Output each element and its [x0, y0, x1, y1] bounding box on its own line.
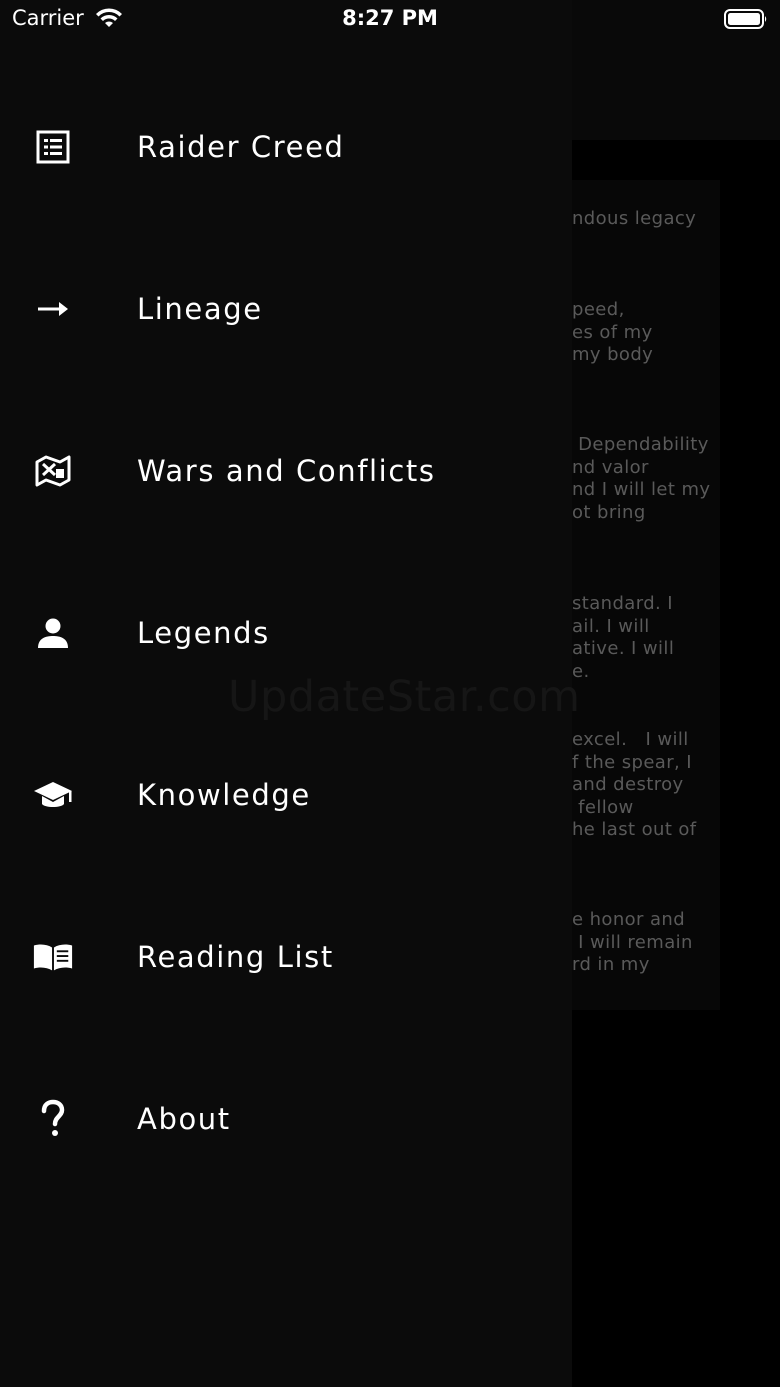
open-book-icon — [32, 936, 74, 978]
menu-item-label: About — [137, 1102, 231, 1136]
arrow-right-icon — [32, 288, 74, 330]
background-paragraph: ndous legacy — [572, 208, 697, 229]
status-bar: Carrier 8:27 PM — [0, 0, 780, 40]
person-icon — [32, 612, 74, 654]
menu-item-label: Knowledge — [137, 778, 311, 812]
background-paragraph: e honor and I will remain rd in my — [572, 909, 693, 976]
menu-item-label: Legends — [137, 616, 270, 650]
menu-item-label: Lineage — [137, 292, 263, 326]
watermark: UpdateStar.com — [228, 672, 581, 722]
map-icon — [32, 450, 74, 492]
background-paragraph: standard. I ail. I will ative. I will e. — [572, 593, 675, 682]
background-paragraph: peed, es of my my body — [572, 299, 654, 366]
menu-item-reading-list[interactable]: Reading List — [0, 897, 572, 1017]
screen: ndous legacy peed, es of my my body Depe… — [0, 0, 780, 1387]
background-paragraph: Dependability nd valor nd I will let my … — [572, 434, 711, 523]
clock: 8:27 PM — [342, 6, 438, 30]
menu-item-raider-creed[interactable]: Raider Creed — [0, 87, 572, 207]
list-icon — [32, 126, 74, 168]
menu-item-about[interactable]: About — [0, 1059, 572, 1179]
background-paragraph: excel. I will f the spear, I and destroy… — [572, 729, 697, 841]
menu-item-knowledge[interactable]: Knowledge — [0, 735, 572, 855]
menu-item-label: Reading List — [137, 940, 334, 974]
menu-item-lineage[interactable]: Lineage — [0, 249, 572, 369]
menu-item-label: Wars and Conflicts — [137, 454, 436, 488]
battery-icon — [724, 8, 768, 30]
question-mark-icon — [32, 1098, 74, 1140]
graduation-cap-icon — [32, 774, 74, 816]
menu-item-label: Raider Creed — [137, 130, 345, 164]
menu-item-wars-and-conflicts[interactable]: Wars and Conflicts — [0, 411, 572, 531]
